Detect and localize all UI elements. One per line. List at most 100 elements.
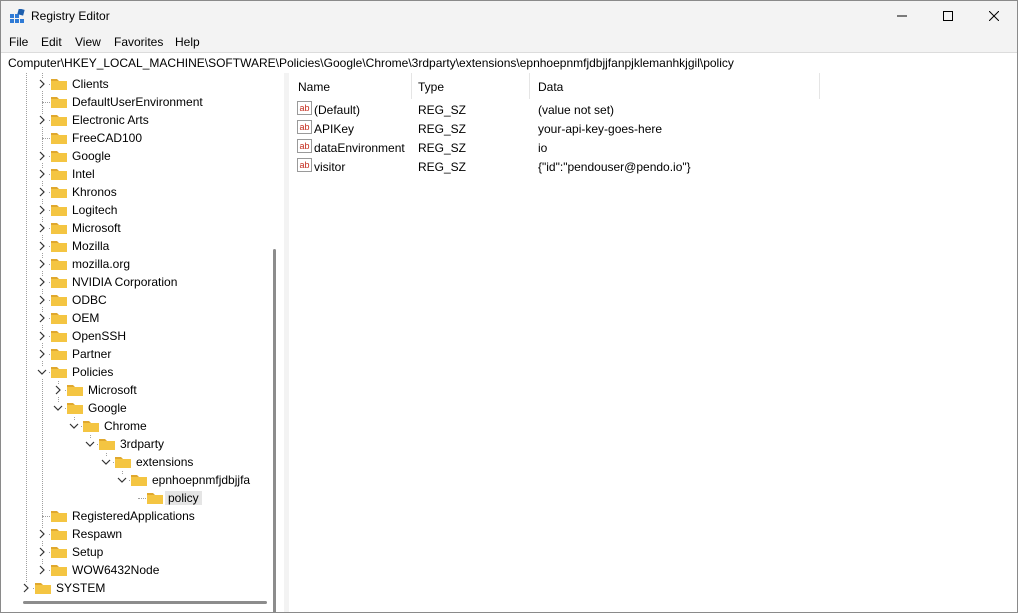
tree-node-3rdparty[interactable]: 3rdparty xyxy=(1,435,271,453)
value-row[interactable]: ab (Default) REG_SZ (value not set) xyxy=(289,100,1017,119)
chevron-right-icon[interactable] xyxy=(36,240,48,252)
tree-node-label[interactable]: Setup xyxy=(72,545,103,559)
tree-node-oem[interactable]: OEM xyxy=(1,309,271,327)
tree-node-label[interactable]: Microsoft xyxy=(88,383,137,397)
chevron-right-icon[interactable] xyxy=(36,150,48,162)
tree-node-intel[interactable]: Intel xyxy=(1,165,271,183)
tree-node-label[interactable]: mozilla.org xyxy=(72,257,130,271)
tree-node-microsoft[interactable]: Microsoft xyxy=(1,381,271,399)
tree-node-label[interactable]: Chrome xyxy=(104,419,147,433)
chevron-right-icon[interactable] xyxy=(36,348,48,360)
tree-node-label[interactable]: OpenSSH xyxy=(72,329,126,343)
menu-favorites[interactable]: Favorites xyxy=(114,35,163,49)
tree-node-logitech[interactable]: Logitech xyxy=(1,201,271,219)
tree-node-clients[interactable]: Clients xyxy=(1,75,271,93)
chevron-down-icon[interactable] xyxy=(68,420,80,432)
tree-node-label[interactable]: Clients xyxy=(72,77,109,91)
tree-node-label[interactable]: Google xyxy=(88,401,127,415)
key-tree-pane[interactable]: Clients DefaultUserEnvironment Electronic … xyxy=(1,73,284,612)
tree-node-respawn[interactable]: Respawn xyxy=(1,525,271,543)
tree-node-defaultuserenvironment[interactable]: DefaultUserEnvironment xyxy=(1,93,271,111)
chevron-right-icon[interactable] xyxy=(36,186,48,198)
tree-node-label[interactable]: SYSTEM xyxy=(56,581,105,595)
minimize-button[interactable] xyxy=(879,1,925,31)
address-bar[interactable]: Computer\HKEY_LOCAL_MACHINE\SOFTWARE\Pol… xyxy=(1,52,1017,74)
tree-node-odbc[interactable]: ODBC xyxy=(1,291,271,309)
tree-node-label[interactable]: extensions xyxy=(136,455,193,469)
tree-node-electronic-arts[interactable]: Electronic Arts xyxy=(1,111,271,129)
chevron-right-icon[interactable] xyxy=(36,564,48,576)
tree-node-label[interactable]: policy xyxy=(165,491,202,505)
tree-node-label[interactable]: WOW6432Node xyxy=(72,563,159,577)
tree-vertical-scrollbar[interactable] xyxy=(273,249,276,612)
chevron-right-icon[interactable] xyxy=(36,312,48,324)
menu-view[interactable]: View xyxy=(75,35,101,49)
chevron-right-icon[interactable] xyxy=(36,114,48,126)
chevron-right-icon[interactable] xyxy=(36,222,48,234)
tree-node-label[interactable]: epnhoepnmfjdbjjfa xyxy=(152,473,250,487)
tree-node-openssh[interactable]: OpenSSH xyxy=(1,327,271,345)
chevron-right-icon[interactable] xyxy=(36,546,48,558)
tree-node-nvidia-corporation[interactable]: NVIDIA Corporation xyxy=(1,273,271,291)
chevron-right-icon[interactable] xyxy=(36,294,48,306)
tree-node-label[interactable]: FreeCAD100 xyxy=(72,131,142,145)
tree-node-extensions[interactable]: extensions xyxy=(1,453,271,471)
tree-node-label[interactable]: Partner xyxy=(72,347,111,361)
chevron-right-icon[interactable] xyxy=(36,78,48,90)
chevron-right-icon[interactable] xyxy=(36,204,48,216)
tree-node-wow6432node[interactable]: WOW6432Node xyxy=(1,561,271,579)
tree-node-label[interactable]: Khronos xyxy=(72,185,117,199)
tree-node-policy[interactable]: policy xyxy=(1,489,271,507)
chevron-right-icon[interactable] xyxy=(36,330,48,342)
column-header-data[interactable]: Data xyxy=(529,73,819,99)
tree-node-microsoft[interactable]: Microsoft xyxy=(1,219,271,237)
tree-node-khronos[interactable]: Khronos xyxy=(1,183,271,201)
tree-node-label[interactable]: Respawn xyxy=(72,527,122,541)
chevron-right-icon[interactable] xyxy=(36,168,48,180)
tree-node-label[interactable]: Microsoft xyxy=(72,221,121,235)
tree-node-label[interactable]: Intel xyxy=(72,167,95,181)
maximize-button[interactable] xyxy=(925,1,971,31)
chevron-right-icon[interactable] xyxy=(36,528,48,540)
value-row[interactable]: ab APIKey REG_SZ your-api-key-goes-here xyxy=(289,119,1017,138)
chevron-right-icon[interactable] xyxy=(36,276,48,288)
value-row[interactable]: ab dataEnvironment REG_SZ io xyxy=(289,138,1017,157)
tree-node-label[interactable]: RegisteredApplications xyxy=(72,509,195,523)
menu-help[interactable]: Help xyxy=(175,35,200,49)
chevron-down-icon[interactable] xyxy=(116,474,128,486)
tree-node-label[interactable]: DefaultUserEnvironment xyxy=(72,95,203,109)
tree-horizontal-scrollbar[interactable] xyxy=(23,601,267,604)
tree-node-label[interactable]: NVIDIA Corporation xyxy=(72,275,177,289)
tree-node-system[interactable]: SYSTEM xyxy=(1,579,271,597)
chevron-down-icon[interactable] xyxy=(84,438,96,450)
tree-node-label[interactable]: Mozilla xyxy=(72,239,109,253)
menu-edit[interactable]: Edit xyxy=(41,35,62,49)
tree-node-google[interactable]: Google xyxy=(1,399,271,417)
tree-node-epnhoepnmfjdbjjfa[interactable]: epnhoepnmfjdbjjfa xyxy=(1,471,271,489)
values-list-pane[interactable]: Name Type Data ab (Default) REG_SZ (value n… xyxy=(289,73,1017,612)
column-header-type[interactable]: Type xyxy=(409,73,529,99)
tree-node-registeredapplications[interactable]: RegisteredApplications xyxy=(1,507,271,525)
tree-node-label[interactable]: Google xyxy=(72,149,111,163)
chevron-right-icon[interactable] xyxy=(36,258,48,270)
column-header-name[interactable]: Name xyxy=(289,73,411,99)
tree-node-mozilla[interactable]: Mozilla xyxy=(1,237,271,255)
tree-node-label[interactable]: Logitech xyxy=(72,203,117,217)
address-path[interactable]: Computer\HKEY_LOCAL_MACHINE\SOFTWARE\Pol… xyxy=(8,56,734,70)
menu-file[interactable]: File xyxy=(9,35,28,49)
chevron-right-icon[interactable] xyxy=(52,384,64,396)
tree-node-mozilla-org[interactable]: mozilla.org xyxy=(1,255,271,273)
tree-node-label[interactable]: ODBC xyxy=(72,293,107,307)
tree-node-freecad100[interactable]: FreeCAD100 xyxy=(1,129,271,147)
chevron-down-icon[interactable] xyxy=(36,366,48,378)
chevron-right-icon[interactable] xyxy=(20,582,32,594)
close-button[interactable] xyxy=(971,1,1017,31)
tree-node-label[interactable]: Policies xyxy=(72,365,113,379)
tree-node-partner[interactable]: Partner xyxy=(1,345,271,363)
value-row[interactable]: ab visitor REG_SZ {"id":"pendouser@pendo.io… xyxy=(289,157,1017,176)
column-separator[interactable] xyxy=(819,73,820,99)
tree-node-setup[interactable]: Setup xyxy=(1,543,271,561)
tree-node-label[interactable]: Electronic Arts xyxy=(72,113,149,127)
chevron-down-icon[interactable] xyxy=(52,402,64,414)
chevron-down-icon[interactable] xyxy=(100,456,112,468)
